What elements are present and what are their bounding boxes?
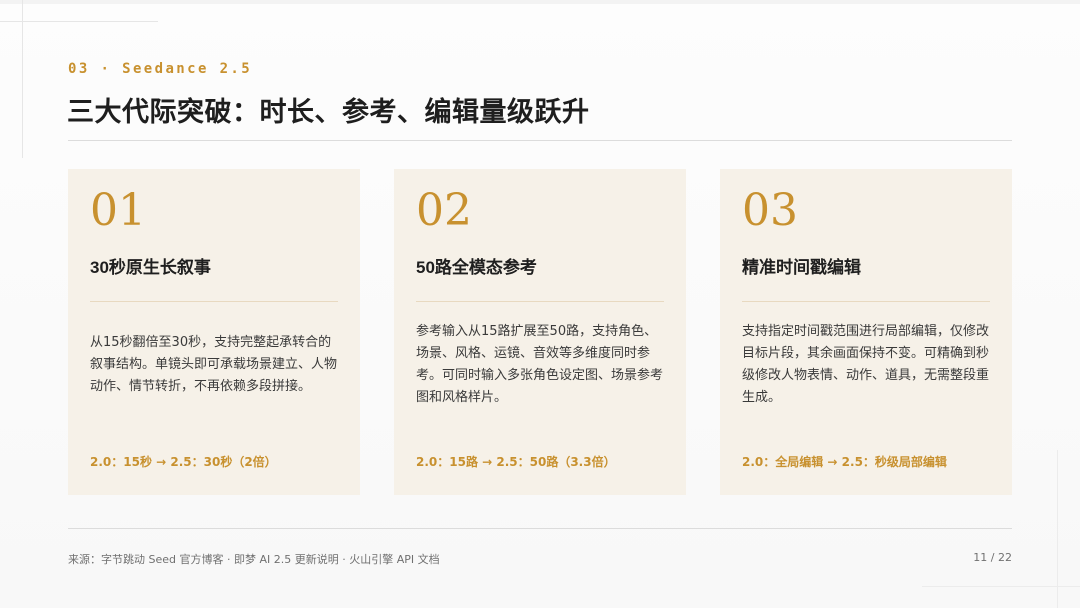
feature-card-duration: 01 30秒原生长叙事 从15秒翻倍至30秒，支持完整起承转合的叙事结构。单镜头… (68, 169, 360, 495)
feature-card-editing: 03 精准时间戳编辑 支持指定时间戳范围进行局部编辑，仅修改目标片段，其余画面保… (720, 169, 1012, 495)
card-number: 02 (416, 185, 472, 236)
card-body: 参考输入从15路扩展至50路，支持角色、场景、风格、运镜、音效等多维度同时参考。… (416, 324, 664, 405)
card-heading: 30秒原生长叙事 (90, 258, 211, 277)
corner-decor-line (22, 0, 23, 158)
footer-divider (68, 528, 1012, 529)
page-title: 三大代际突破：时长、参考、编辑量级跃升 (67, 97, 590, 128)
card-body-wrap: 从15秒翻倍至30秒，支持完整起承转合的叙事结构。单镜头即可承载场景建立、人物动… (90, 307, 342, 423)
top-decor-strip (0, 0, 1080, 4)
card-comparison: 2.0：全局编辑 → 2.5：秒级局部编辑 (742, 455, 947, 469)
feature-card-reference: 02 50路全模态参考 参考输入从15路扩展至50路，支持角色、场景、风格、运镜… (394, 169, 686, 495)
card-heading: 精准时间戳编辑 (742, 258, 861, 277)
slide: 03 · Seedance 2.5 三大代际突破：时长、参考、编辑量级跃升 01… (0, 0, 1080, 608)
page-number: 11 / 22 (973, 551, 1012, 564)
card-comparison: 2.0：15路 → 2.5：50路（3.3倍） (416, 455, 616, 469)
source-note: 来源：字节跳动 Seed 官方博客 · 即梦 AI 2.5 更新说明 · 火山引… (68, 553, 440, 566)
card-divider (742, 301, 990, 302)
card-divider (416, 301, 664, 302)
title-divider (68, 140, 1012, 141)
card-body: 从15秒翻倍至30秒，支持完整起承转合的叙事结构。单镜头即可承载场景建立、人物动… (90, 335, 338, 394)
card-heading: 50路全模态参考 (416, 258, 537, 277)
corner-decor-line (1057, 450, 1058, 608)
card-number: 01 (90, 185, 146, 236)
card-body: 支持指定时间戳范围进行局部编辑，仅修改目标片段，其余画面保持不变。可精确到秒级修… (742, 324, 990, 405)
card-body-wrap: 参考输入从15路扩展至50路，支持角色、场景、风格、运镜、音效等多维度同时参考。… (416, 307, 668, 423)
corner-decor-line (0, 21, 158, 22)
card-body-wrap: 支持指定时间戳范围进行局部编辑，仅修改目标片段，其余画面保持不变。可精确到秒级修… (742, 307, 994, 423)
section-eyebrow: 03 · Seedance 2.5 (68, 61, 253, 77)
card-comparison: 2.0：15秒 → 2.5：30秒（2倍） (90, 455, 277, 469)
card-divider (90, 301, 338, 302)
card-number: 03 (742, 185, 798, 236)
